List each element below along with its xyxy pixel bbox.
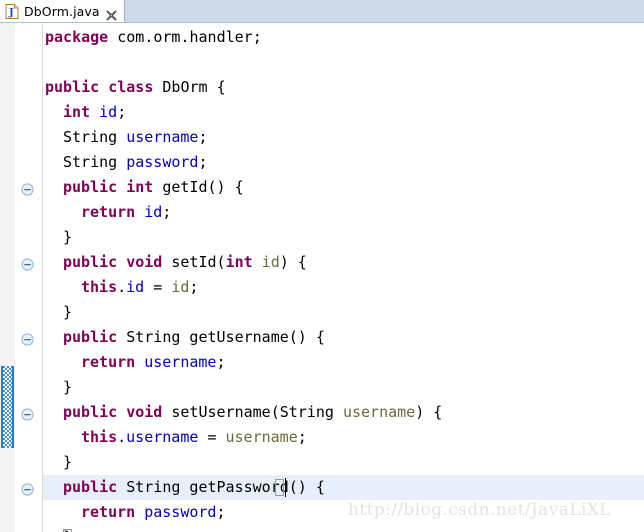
code-token-kw: public [63,478,118,496]
code-line[interactable]: } [63,375,72,400]
code-token-kw: return [81,203,136,221]
code-editor[interactable]: package com.orm.handler; public class DbO… [0,23,644,532]
code-token-pln: String getUsername() { [117,328,325,346]
code-token-fld: id [126,278,145,296]
change-bar-indicator [1,366,14,448]
code-token-pln: String [63,128,127,146]
code-token-fld: id [144,203,163,221]
svg-text:J: J [8,8,14,19]
code-token-pln: = [198,428,226,446]
eclipse-java-editor-window: J DbOrm.java package com.orm.handler; pub… [0,0,644,532]
annotation-ruler[interactable] [0,23,16,532]
code-token-pln [135,353,144,371]
code-line[interactable]: package com.orm.handler; [45,25,262,50]
code-token-pln: } [63,303,73,321]
code-token-pln [135,203,144,221]
code-token-fld: username [126,128,199,146]
matching-bracket-open [275,479,284,496]
code-token-pln [135,503,144,521]
editor-tab-label: DbOrm.java [24,4,100,19]
code-token-fld: password [126,153,199,171]
code-token-prm: id [171,278,190,296]
editor-tab-bar: J DbOrm.java [0,0,644,23]
code-token-kw: public class [45,78,154,96]
code-token-kw: this [81,428,118,446]
code-token-kw: public int [63,178,154,196]
code-token-pln: ; [189,278,199,296]
code-token-kw: public [63,328,118,346]
code-line[interactable]: } [63,300,72,325]
code-line[interactable]: public class DbOrm { [45,75,226,100]
collapse-minus-icon[interactable] [21,481,34,496]
code-token-pln: ; [198,153,208,171]
code-token-pln: ; [216,503,226,521]
code-token-kw: public void [63,403,163,421]
code-line[interactable]: int id; [63,100,126,125]
code-token-kw: public void [63,253,163,271]
code-line[interactable]: return id; [81,200,171,225]
watermark-text: http://blog.csdn.net/JavaLiXL [348,500,611,520]
code-token-fld: username [144,353,217,371]
code-token-pln: . [117,428,127,446]
java-file-icon: J [5,4,19,19]
collapse-minus-icon[interactable] [21,331,34,346]
close-icon[interactable] [106,6,117,21]
code-token-pln: ; [117,103,127,121]
code-token-pln: com.orm.handler; [108,28,262,46]
code-token-prm: id [261,253,280,271]
code-token-pln: } [63,378,73,396]
code-token-pln: ) { [415,403,443,421]
code-line[interactable]: public int getId() { [63,175,244,200]
code-line[interactable]: String username; [63,125,208,150]
code-token-fld: id [99,103,118,121]
code-token-kw: this [81,278,118,296]
editor-tab-dborm-java[interactable]: J DbOrm.java [0,0,125,23]
code-token-pln [90,103,99,121]
collapse-minus-icon[interactable] [21,181,34,196]
collapse-minus-icon[interactable] [21,256,34,271]
code-token-pln: } [63,228,73,246]
code-token-kw: package [45,28,109,46]
collapse-minus-icon[interactable] [21,406,34,421]
code-token-fld: username [126,428,199,446]
code-token-pln: setUsername(String [162,403,343,421]
code-token-fld: password [144,503,217,521]
code-token-pln: ; [297,428,307,446]
code-token-kw: int [63,103,91,121]
code-token-pln: DbOrm { [153,78,226,96]
code-token-pln: ; [198,128,208,146]
code-line[interactable]: } [63,225,72,250]
code-line[interactable]: this.id = id; [81,275,198,300]
code-token-prm: username [342,403,416,421]
code-token-pln: ; [216,353,226,371]
code-token-pln [253,253,262,271]
code-token-kw: return [81,353,136,371]
code-token-pln: } [63,453,73,471]
code-token-kw: int [225,253,253,271]
folding-ruler[interactable] [15,23,43,532]
code-token-prm: username [225,428,298,446]
code-token-kw: return [81,503,136,521]
code-line[interactable]: return password; [81,500,226,525]
code-token-pln: String getPassword() { [117,478,325,496]
code-token-pln: getId() { [153,178,244,196]
code-token-pln: setId( [162,253,226,271]
code-line[interactable]: this.username = username; [81,425,307,450]
text-caret [285,478,286,497]
code-line[interactable]: public void setId(int id) { [63,250,307,275]
code-line[interactable]: String password; [63,150,208,175]
code-token-pln: String [63,153,127,171]
code-text-area[interactable]: package com.orm.handler; public class DbO… [43,23,644,532]
code-line[interactable]: public String getUsername() { [63,325,325,350]
code-line[interactable]: public void setUsername(String username)… [63,400,442,425]
code-token-pln: ) { [279,253,307,271]
code-line[interactable]: } [63,450,72,475]
code-line[interactable]: return username; [81,350,226,375]
code-token-pln: . [117,278,127,296]
code-token-pln: ; [162,203,172,221]
code-token-pln: = [144,278,172,296]
